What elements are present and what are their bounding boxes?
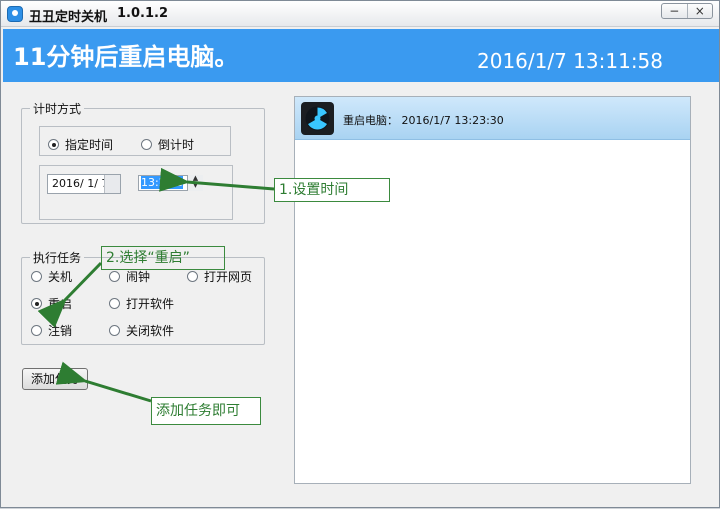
arrow-to-time-input [159,167,275,192]
app-window: 丑丑定时关机 1.0.1.2 − × 11分钟后重启电脑。 2016/1/7 1… [0,0,720,508]
arrow-to-restart-radio [37,261,103,328]
arrow-to-add-button [55,361,152,403]
annotation-arrows [37,167,275,403]
